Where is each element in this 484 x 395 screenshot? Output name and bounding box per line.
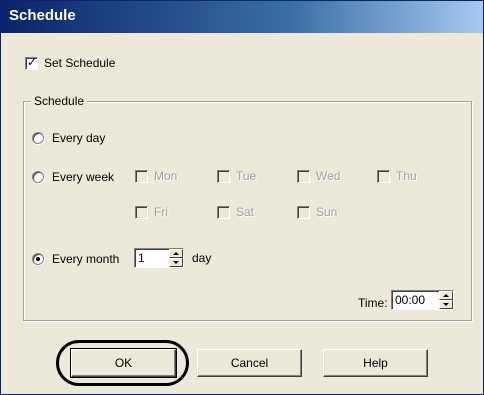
radio-selected-dot	[36, 257, 40, 261]
time-spin-buttons	[439, 291, 453, 309]
arrow-down-icon	[443, 303, 449, 306]
wed-label: Wed	[316, 169, 341, 183]
time-up-button[interactable]	[439, 291, 453, 300]
every-day-radio[interactable]	[32, 132, 44, 144]
sat-label: Sat	[236, 205, 255, 219]
arrow-down-icon	[173, 261, 179, 264]
wed-checkbox[interactable]	[297, 170, 310, 183]
help-button[interactable]: Help	[323, 349, 428, 377]
fri-checkbox[interactable]	[135, 206, 148, 219]
arrow-up-icon	[173, 252, 179, 255]
schedule-group-title: Schedule	[31, 94, 88, 108]
every-week-radio[interactable]	[32, 171, 44, 183]
set-schedule-checkbox[interactable]: ✓	[25, 55, 38, 70]
arrow-up-icon	[443, 294, 449, 297]
checkmark-icon: ✓	[27, 55, 38, 69]
time-value[interactable]: 00:00	[395, 293, 425, 307]
every-day-label[interactable]: Every day	[52, 131, 105, 145]
schedule-dialog: Schedule ✓ Set Schedule Schedule Every d…	[0, 0, 484, 395]
month-day-up-button[interactable]	[169, 249, 183, 258]
thu-checkbox[interactable]	[377, 170, 390, 183]
window-title: Schedule	[9, 7, 76, 24]
sun-label: Sun	[316, 205, 338, 219]
title-bar[interactable]: Schedule	[1, 1, 483, 33]
mon-label: Mon	[154, 169, 178, 183]
set-schedule-label[interactable]: Set Schedule	[44, 56, 115, 70]
month-day-suffix: day	[192, 251, 212, 265]
month-day-value[interactable]: 1	[138, 251, 145, 265]
tue-checkbox[interactable]	[217, 170, 230, 183]
month-day-down-button[interactable]	[169, 258, 183, 267]
sun-checkbox[interactable]	[297, 206, 310, 219]
highlight-ring	[56, 340, 189, 386]
month-day-spinner[interactable]: 1	[134, 248, 184, 268]
mon-checkbox[interactable]	[135, 170, 148, 183]
thu-label: Thu	[396, 169, 417, 183]
time-down-button[interactable]	[439, 300, 453, 309]
tue-label: Tue	[236, 169, 257, 183]
time-label: Time:	[358, 296, 388, 310]
fri-label: Fri	[154, 205, 168, 219]
every-month-radio[interactable]	[32, 253, 44, 265]
cancel-button[interactable]: Cancel	[197, 349, 302, 377]
every-week-label[interactable]: Every week	[52, 170, 114, 184]
sat-checkbox[interactable]	[217, 206, 230, 219]
month-day-spin-buttons	[169, 249, 183, 267]
every-month-label[interactable]: Every month	[52, 252, 119, 266]
time-spinner[interactable]: 00:00	[391, 290, 454, 310]
